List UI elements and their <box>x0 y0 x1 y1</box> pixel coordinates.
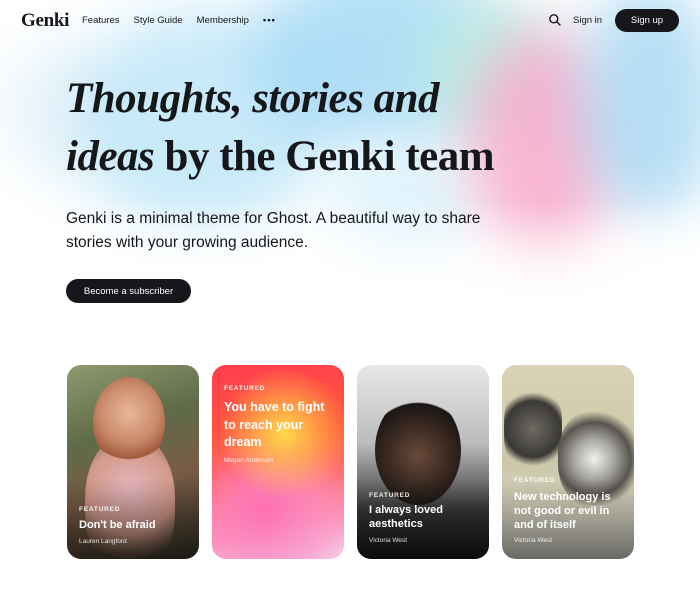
headline-italic-word: ideas <box>66 133 155 180</box>
card-image-portrait <box>93 377 165 467</box>
card-image-portrait <box>504 387 562 471</box>
more-icon[interactable]: ••• <box>263 15 276 26</box>
nav-item-features[interactable]: Features <box>82 15 120 26</box>
featured-tag: FEATURED <box>79 506 121 513</box>
featured-tag: FEATURED <box>514 477 556 484</box>
featured-card[interactable]: FEATURED You have to fight to reach your… <box>212 365 344 559</box>
card-author[interactable]: Lauren Langford <box>79 538 127 545</box>
card-title[interactable]: You have to fight to reach your dream <box>224 399 336 452</box>
card-title[interactable]: New technology is not good or evil in an… <box>514 490 626 532</box>
nav-item-style-guide[interactable]: Style Guide <box>134 15 183 26</box>
site-logo[interactable]: Genki <box>21 10 69 32</box>
hero-section: Thoughts, stories and ideas by the Genki… <box>66 70 495 186</box>
main-nav: Features Style Guide Membership ••• <box>82 15 276 26</box>
subscribe-button[interactable]: Become a subscriber <box>66 279 191 303</box>
featured-tag: FEATURED <box>224 385 266 392</box>
signup-button[interactable]: Sign up <box>615 9 679 32</box>
card-title[interactable]: I always loved aesthetics <box>369 503 469 531</box>
signin-link[interactable]: Sign in <box>573 15 602 26</box>
nav-item-membership[interactable]: Membership <box>197 15 249 26</box>
card-author[interactable]: Victoria West <box>369 537 407 544</box>
hero-headline: Thoughts, stories and ideas by the Genki… <box>66 70 495 186</box>
card-title[interactable]: Don't be afraid <box>79 518 156 532</box>
headline-line-2: by the Genki team <box>154 133 495 180</box>
featured-tag: FEATURED <box>369 492 411 499</box>
featured-card[interactable]: FEATURED I always loved aesthetics Victo… <box>357 365 489 559</box>
hero-subtitle: Genki is a minimal theme for Ghost. A be… <box>66 210 481 251</box>
headline-line-1: Thoughts, stories and <box>66 75 440 122</box>
featured-card[interactable]: FEATURED New technology is not good or e… <box>502 365 634 559</box>
card-author[interactable]: Victoria West <box>514 537 552 544</box>
card-author[interactable]: Megan Anderson <box>224 457 273 464</box>
search-icon[interactable] <box>548 13 562 27</box>
featured-card[interactable]: FEATURED Don't be afraid Lauren Langford <box>67 365 199 559</box>
site-header: Genki Features Style Guide Membership ••… <box>0 0 700 40</box>
